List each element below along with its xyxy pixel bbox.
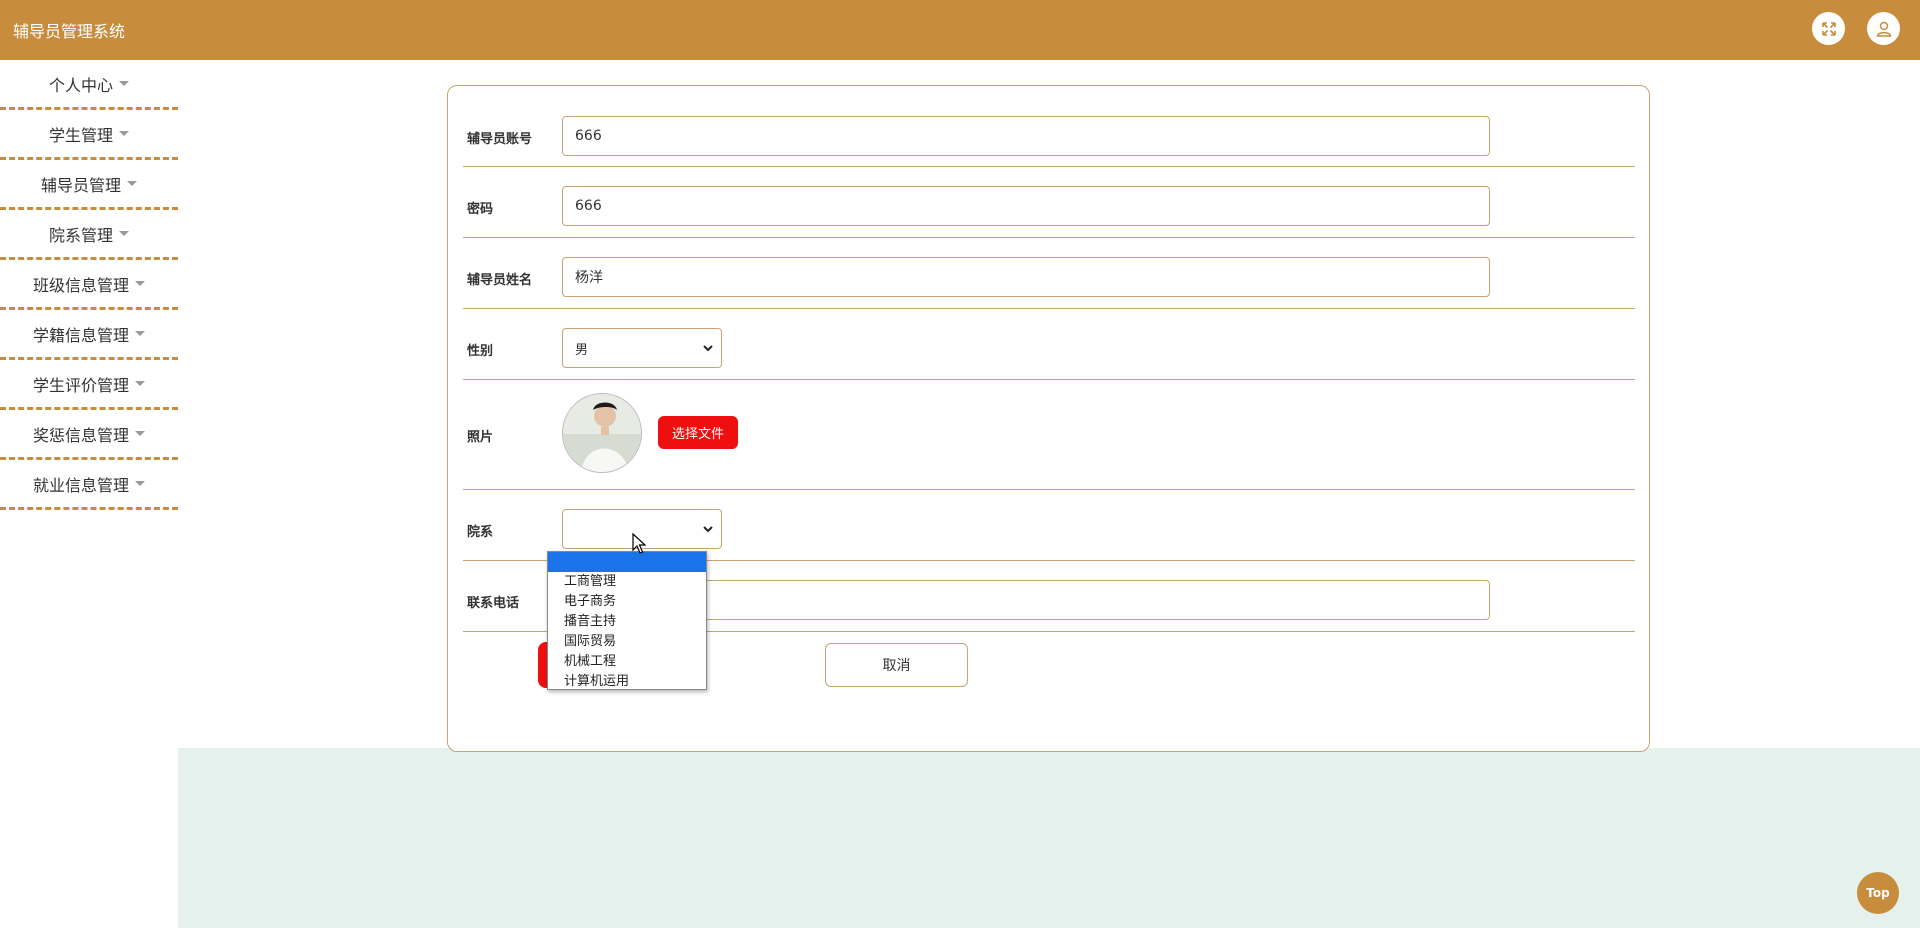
mouse-cursor-icon (632, 533, 646, 554)
expand-icon (1821, 21, 1836, 36)
caret-down-icon (119, 81, 129, 86)
name-label: 辅导员姓名 (467, 273, 533, 288)
sidebar-item-employment-info-management[interactable]: 就业信息管理 (0, 460, 178, 510)
top-bar: 辅导员管理系统 (0, 0, 1920, 60)
sidebar-item-class-info-management[interactable]: 班级信息管理 (0, 260, 178, 310)
chevron-down-icon (703, 345, 713, 352)
sidebar-item-personal-center[interactable]: 个人中心 (0, 60, 178, 110)
department-option-empty[interactable] (548, 552, 706, 572)
sidebar: 个人中心 学生管理 辅导员管理 院系管理 班级信息管理 学籍信息管理 学生评价管… (0, 60, 178, 510)
sidebar-item-label: 个人中心 (48, 75, 113, 95)
department-dropdown: 工商管理 电子商务 播音主持 国际贸易 机械工程 计算机运用 (547, 551, 707, 690)
sidebar-item-department-management[interactable]: 院系管理 (0, 210, 178, 260)
sidebar-item-label: 院系管理 (48, 225, 113, 245)
form-row-gender: 性别 男 (463, 308, 1635, 380)
form-row-photo: 照片 选择文件 (463, 379, 1635, 490)
department-option[interactable]: 播音主持 (548, 612, 706, 632)
gender-select[interactable]: 男 (562, 328, 722, 368)
department-option[interactable]: 电子商务 (548, 592, 706, 612)
form-row-name: 辅导员姓名 (463, 237, 1635, 309)
back-to-top-button[interactable]: Top (1857, 872, 1899, 914)
sidebar-item-label: 学籍信息管理 (32, 325, 129, 345)
caret-down-icon (119, 131, 129, 136)
name-input[interactable] (562, 257, 1490, 297)
gender-selected-value: 男 (575, 342, 589, 358)
cancel-button[interactable]: 取消 (825, 643, 968, 687)
gender-label: 性别 (467, 344, 494, 359)
fullscreen-button[interactable] (1812, 12, 1845, 45)
password-input[interactable] (562, 186, 1490, 226)
sidebar-item-label: 就业信息管理 (32, 475, 129, 495)
sidebar-item-label: 辅导员管理 (40, 175, 121, 195)
top-icons (1812, 12, 1900, 45)
sidebar-item-label: 班级信息管理 (32, 275, 129, 295)
caret-down-icon (119, 231, 129, 236)
sidebar-item-student-evaluation-management[interactable]: 学生评价管理 (0, 360, 178, 410)
photo-label: 照片 (467, 430, 494, 445)
account-label: 辅导员账号 (467, 132, 533, 147)
sidebar-item-label: 学生评价管理 (32, 375, 129, 395)
chevron-down-icon (703, 526, 713, 533)
content-background (178, 748, 1920, 928)
department-label: 院系 (467, 525, 494, 540)
department-option[interactable]: 国际贸易 (548, 632, 706, 652)
user-icon (1876, 21, 1891, 37)
choose-file-button[interactable]: 选择文件 (658, 416, 738, 449)
caret-down-icon (127, 181, 137, 186)
app-title: 辅导员管理系统 (13, 22, 126, 41)
sidebar-item-counselor-management[interactable]: 辅导员管理 (0, 160, 178, 210)
sidebar-item-enrollment-info-management[interactable]: 学籍信息管理 (0, 310, 178, 360)
avatar (562, 393, 642, 473)
form-row-password: 密码 (463, 166, 1635, 238)
department-option[interactable]: 机械工程 (548, 652, 706, 672)
caret-down-icon (135, 481, 145, 486)
avatar-photo (563, 394, 641, 472)
password-label: 密码 (467, 202, 494, 217)
department-option[interactable]: 计算机运用 (548, 672, 706, 692)
sidebar-item-label: 学生管理 (48, 125, 113, 145)
sidebar-item-label: 奖惩信息管理 (32, 425, 129, 445)
department-option[interactable]: 工商管理 (548, 572, 706, 592)
caret-down-icon (135, 281, 145, 286)
phone-label: 联系电话 (467, 596, 520, 611)
caret-down-icon (135, 381, 145, 386)
sidebar-item-student-management[interactable]: 学生管理 (0, 110, 178, 160)
user-menu-button[interactable] (1867, 12, 1900, 45)
caret-down-icon (135, 431, 145, 436)
form-row-account: 辅导员账号 (463, 86, 1635, 167)
account-input[interactable] (562, 116, 1490, 156)
caret-down-icon (135, 331, 145, 336)
sidebar-item-rewards-info-management[interactable]: 奖惩信息管理 (0, 410, 178, 460)
